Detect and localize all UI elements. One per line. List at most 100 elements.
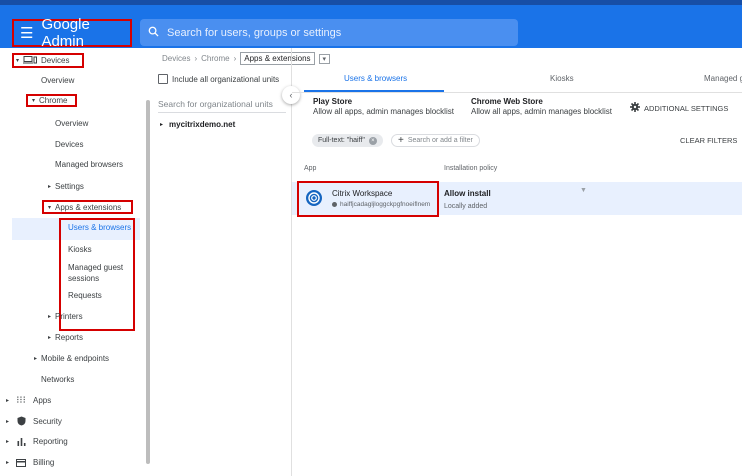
org-unit-item[interactable]: ▸ mycitrixdemo.net [160, 120, 235, 129]
include-all-label: Include all organizational units [172, 74, 280, 84]
close-icon[interactable]: × [368, 136, 377, 145]
add-filter-placeholder: Search or add a filter [407, 137, 473, 144]
top-strip [0, 0, 742, 5]
devices-icon [23, 55, 38, 66]
apps-grid-icon: ⁝⁝⁝ [16, 395, 26, 406]
chevron-down-icon[interactable]: ▼ [580, 187, 587, 194]
sidebar-item-printers[interactable]: ▸ Printers [48, 312, 83, 321]
sidebar-item-requests[interactable]: Requests [68, 291, 102, 300]
filter-chip-label: Full-text: "haiff" [318, 137, 365, 144]
org-unit-label: mycitrixdemo.net [169, 120, 236, 129]
sidebar-label: Devices [55, 140, 84, 149]
web-store-title: Chrome Web Store [471, 97, 543, 106]
org-search-input[interactable]: Search for organizational units [158, 99, 286, 113]
chevron-right-icon: ▸ [6, 439, 10, 445]
sidebar-label: Reports [55, 333, 84, 342]
sidebar-label: Chrome [39, 96, 68, 105]
app-title: Google Admin [41, 16, 90, 50]
chevron-right-icon: ▸ [6, 418, 10, 425]
sidebar-label: Networks [41, 375, 75, 384]
sidebar-label: Reporting [33, 437, 68, 446]
web-store-policy[interactable]: Chrome Web Store Allow all apps, admin m… [471, 97, 612, 117]
chevron-down-icon: ▾ [16, 58, 20, 64]
policy-value: Allow install [444, 189, 491, 198]
sidebar-item-overview[interactable]: Overview [41, 76, 74, 85]
chevron-right-icon: ▸ [48, 314, 52, 320]
play-store-desc: Allow all apps, admin manages blocklist [313, 107, 454, 116]
chevron-right-icon: ▸ [6, 398, 10, 404]
sidebar-label: Overview [41, 76, 75, 85]
include-all-checkbox[interactable] [158, 74, 168, 84]
additional-settings-label: ADDITIONAL SETTINGS [644, 103, 729, 113]
app-brand[interactable]: ☰ Google Admin [12, 16, 132, 50]
sidebar-label: Managed browsers [55, 160, 124, 169]
sidebar-item-networks[interactable]: Networks [41, 375, 74, 384]
sidebar-label: Printers [55, 312, 83, 321]
sidebar-item-reporting[interactable]: ▸ Reporting [6, 437, 68, 446]
chevron-down-icon: ▾ [32, 98, 36, 104]
global-search[interactable] [140, 19, 518, 46]
sidebar-item-billing[interactable]: ▸ Billing [6, 458, 54, 467]
chevron-down-icon: ▾ [48, 204, 52, 211]
column-header-app[interactable]: App [304, 165, 316, 172]
sidebar-item-security[interactable]: ▸ Security [6, 416, 62, 426]
sidebar-label: Devices [41, 56, 70, 65]
tab-users-browsers[interactable]: Users & browsers [344, 74, 407, 83]
main-content: Users & browsers Kiosks Managed g Play S… [292, 48, 742, 476]
search-icon [148, 26, 159, 40]
filter-chip[interactable]: Full-text: "haiff" × [312, 134, 383, 147]
gear-icon [630, 102, 640, 114]
sidebar-item-devices[interactable]: ▾ Devices [12, 53, 84, 68]
bar-chart-icon [13, 437, 29, 446]
clear-filters-button[interactable]: CLEAR FILTERS [680, 136, 737, 145]
sidebar-item-chrome[interactable]: ▾ Chrome [26, 94, 77, 107]
sidebar-item-reports[interactable]: ▸ Reports [48, 333, 83, 342]
play-store-title: Play Store [313, 97, 353, 106]
plus-icon: + [398, 135, 404, 146]
sidebar-label: Mobile & endpoints [41, 354, 110, 363]
tab-kiosks[interactable]: Kiosks [550, 74, 574, 83]
app-highlight [297, 181, 439, 217]
sidebar-label: Settings [55, 182, 84, 191]
add-filter-input[interactable]: + Search or add a filter [391, 134, 480, 147]
sidebar-label: Managed guest sessions [68, 263, 124, 283]
tabs-divider [292, 92, 742, 93]
sidebar-item-managed-browsers[interactable]: Managed browsers [55, 160, 123, 169]
sidebar-item-users-browsers[interactable]: Users & browsers [68, 223, 131, 232]
sidebar-item-kiosks[interactable]: Kiosks [68, 245, 92, 254]
sidebar: ▾ Devices Overview ▾ Chrome Overview Dev… [0, 48, 148, 476]
column-header-policy[interactable]: Installation policy [444, 165, 497, 172]
sidebar-item-chrome-devices[interactable]: Devices [55, 140, 83, 149]
sidebar-item-managed-guest-sessions[interactable]: Managed guest sessions [68, 262, 130, 284]
sidebar-item-mobile-endpoints[interactable]: ▸ Mobile & endpoints [34, 354, 109, 363]
include-all-row[interactable]: Include all organizational units [158, 74, 279, 84]
org-unit-panel: Include all organizational units Search … [150, 48, 292, 476]
chevron-right-icon: ▸ [48, 335, 52, 341]
policy-cell[interactable]: Allow install Locally added [444, 187, 491, 213]
credit-card-icon [13, 458, 29, 467]
sidebar-label: Overview [55, 119, 89, 128]
chevron-right-icon: ▸ [6, 460, 10, 466]
sidebar-label: Security [33, 416, 62, 426]
sidebar-item-chrome-overview[interactable]: Overview [55, 119, 88, 128]
web-store-desc: Allow all apps, admin manages blocklist [471, 107, 612, 116]
shield-icon [13, 416, 29, 426]
sidebar-label: Requests [68, 291, 102, 300]
sidebar-label: Billing [33, 458, 55, 467]
menu-icon[interactable]: ☰ [20, 26, 33, 41]
chevron-right-icon[interactable]: ▸ [160, 121, 163, 128]
chevron-right-icon: ▸ [34, 356, 38, 362]
sidebar-item-apps[interactable]: ▸ ⁝⁝⁝ Apps [6, 395, 51, 406]
search-input[interactable] [167, 26, 467, 39]
tab-managed-guest[interactable]: Managed g [704, 74, 742, 83]
sidebar-label: Apps [33, 396, 52, 405]
play-store-policy[interactable]: Play Store Allow all apps, admin manages… [313, 97, 454, 117]
sidebar-label: Users & browsers [68, 223, 132, 232]
sidebar-label: Kiosks [68, 245, 92, 254]
chevron-right-icon: ▸ [48, 184, 52, 190]
org-search-placeholder: Search for organizational units [158, 99, 273, 109]
sidebar-item-settings[interactable]: ▸ Settings [48, 182, 84, 191]
additional-settings-button[interactable]: ADDITIONAL SETTINGS [630, 102, 728, 114]
sidebar-item-apps-extensions[interactable]: ▾ Apps & extensions [42, 200, 133, 214]
policy-sub: Locally added [444, 203, 488, 210]
